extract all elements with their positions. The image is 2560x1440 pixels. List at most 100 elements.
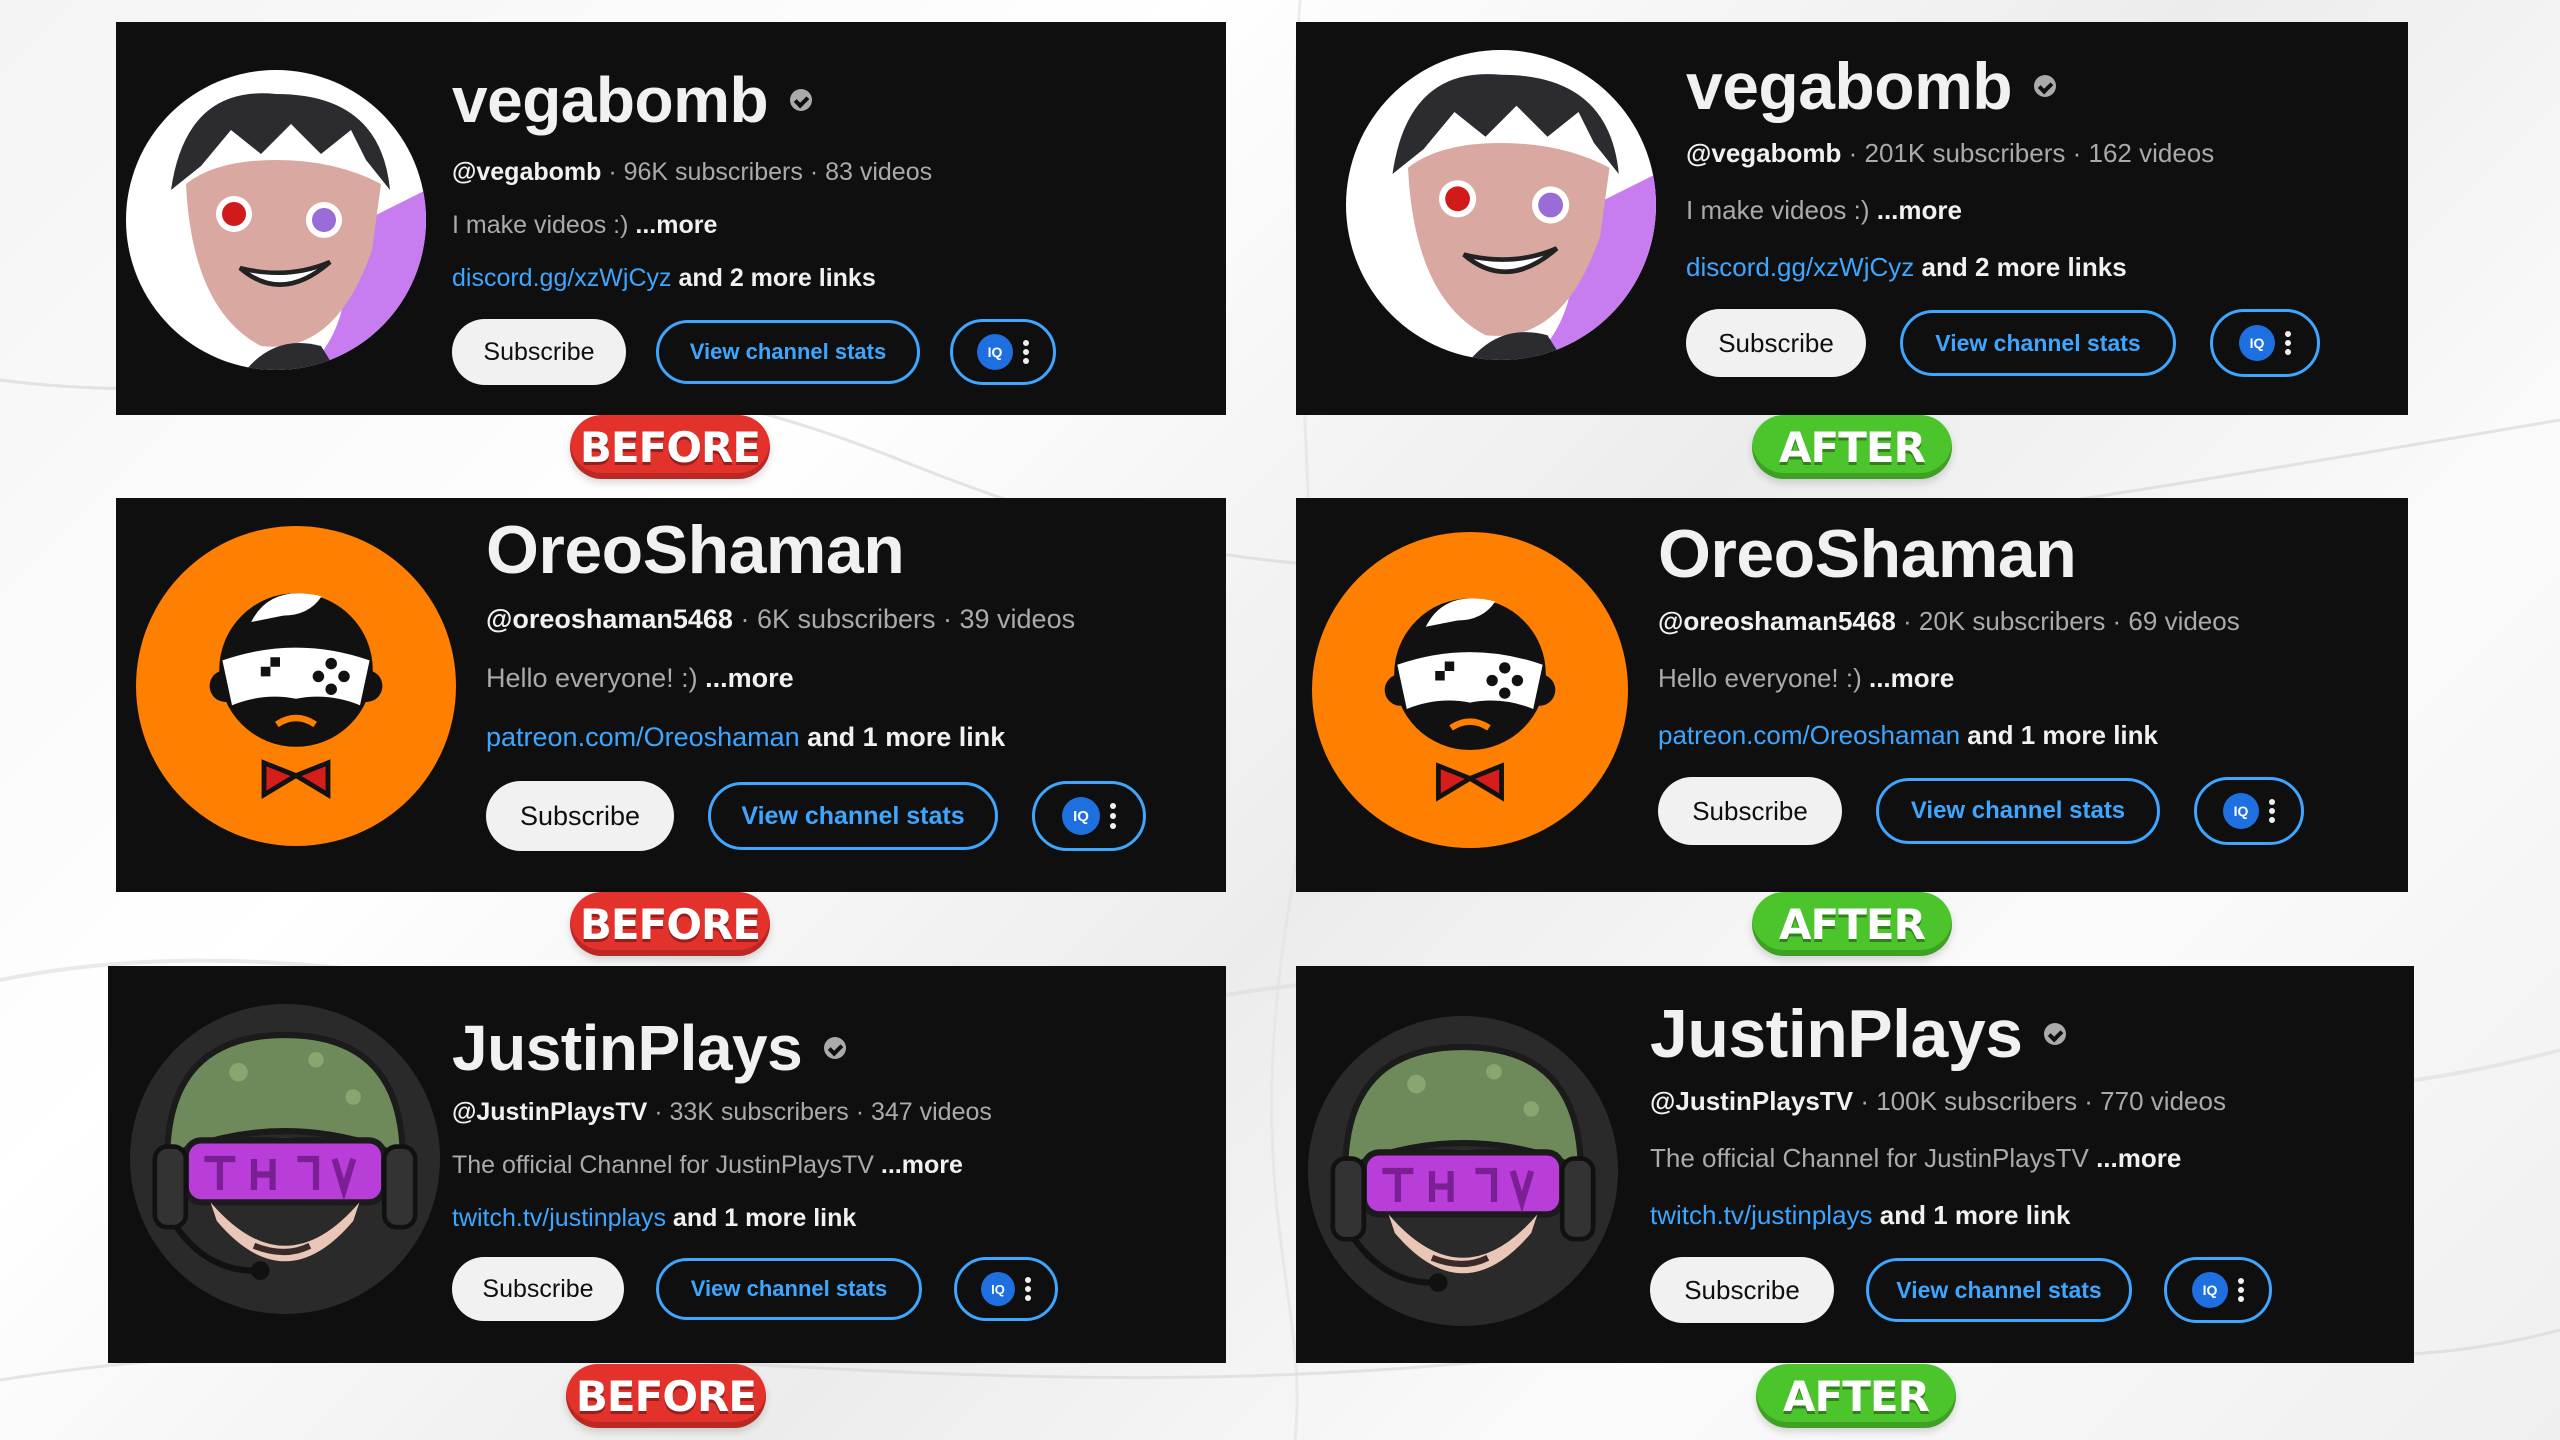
extension-menu-button[interactable]: IQ [2164,1257,2272,1323]
extension-menu-button[interactable]: IQ [2210,309,2320,377]
extension-menu-button[interactable]: IQ [1032,781,1146,851]
view-channel-stats-button[interactable]: View channel stats [1900,310,2176,376]
channel-name: JustinPlays [1650,994,2272,1074]
channel-avatar[interactable] [1312,532,1628,848]
channel-card-before-2: OreoShaman @oreoshaman5468 · 6K subscrib… [116,498,1226,892]
more-link[interactable]: ...more [635,211,717,239]
channel-link[interactable]: discord.gg/xzWjCyz [452,264,672,292]
channel-avatar[interactable] [130,1004,440,1314]
more-link[interactable]: ...more [1877,195,1962,225]
view-channel-stats-button[interactable]: View channel stats [656,1258,922,1320]
channel-description: Hello everyone! :) ...more [1658,663,1955,693]
vidiq-icon: IQ [1062,797,1100,835]
subscribe-button[interactable]: Subscribe [1650,1257,1834,1323]
channel-name: JustinPlays [452,1010,1058,1086]
channel-name: vegabomb [1686,48,2320,124]
subscribe-button[interactable]: Subscribe [452,1257,624,1321]
channel-description: The official Channel for JustinPlaysTV .… [452,1151,963,1179]
channel-card-after-2: OreoShaman @oreoshaman5468 · 20K subscri… [1296,498,2408,892]
channel-card-after-3: JustinPlays @JustinPlaysTV · 100K subscr… [1296,966,2414,1363]
more-link[interactable]: ...more [881,1151,963,1179]
channel-meta: @JustinPlaysTV · 100K subscribers · 770 … [1650,1086,2226,1116]
verified-check-icon [824,1037,847,1059]
vidiq-icon: IQ [2239,325,2275,361]
extension-menu-button[interactable]: IQ [954,1257,1058,1321]
more-options-icon [1025,1277,1031,1301]
channel-description: The official Channel for JustinPlaysTV .… [1650,1143,2182,1173]
verified-check-icon [2034,75,2057,97]
after-badge: AFTER [1756,1364,1956,1428]
channel-avatar[interactable] [1346,50,1656,360]
channel-name: OreoShaman [1658,516,2077,592]
after-badge: AFTER [1752,415,1952,479]
more-links[interactable]: and 1 more link [1873,1200,2071,1230]
more-links[interactable]: and 2 more links [1914,252,2127,282]
more-link[interactable]: ...more [2096,1143,2181,1173]
channel-card-before-1: vegabomb @vegabomb · 96K subscribers · 8… [116,22,1226,415]
before-badge: BEFORE [570,415,770,479]
vidiq-icon: IQ [2223,793,2259,829]
channel-meta: @vegabomb · 201K subscribers · 162 video… [1686,138,2215,168]
more-links[interactable]: and 1 more link [1960,720,2158,750]
subscribe-button[interactable]: Subscribe [452,319,626,385]
channel-card-before-3: JustinPlays @JustinPlaysTV · 33K subscri… [108,966,1226,1363]
helmet-soldier-avatar-icon [130,1004,440,1314]
channel-name: OreoShaman [486,512,905,588]
channel-avatar[interactable] [126,70,426,370]
channel-links: discord.gg/xzWjCyz and 2 more links [452,264,1056,293]
channel-links: patreon.com/Oreoshaman and 1 more link [1658,720,2304,751]
anime-character-avatar-icon [126,70,426,370]
view-channel-stats-button[interactable]: View channel stats [1876,778,2160,844]
channel-meta: @vegabomb · 96K subscribers · 83 videos [452,158,933,186]
channel-avatar[interactable] [1308,1016,1618,1326]
subscribe-button[interactable]: Subscribe [1686,309,1866,377]
channel-avatar[interactable] [136,526,456,846]
channel-links: twitch.tv/justinplays and 1 more link [452,1204,1058,1233]
before-badge: BEFORE [566,1364,766,1428]
verified-check-icon [790,89,813,111]
subscribe-button[interactable]: Subscribe [486,781,674,851]
more-options-icon [2238,1278,2244,1302]
subscribe-button[interactable]: Subscribe [1658,777,1842,845]
channel-description: Hello everyone! :) ...more [486,663,794,693]
gamepad-mascot-avatar-icon [136,526,456,846]
gamepad-mascot-avatar-icon [1312,532,1628,848]
channel-links: discord.gg/xzWjCyz and 2 more links [1686,252,2320,283]
extension-menu-button[interactable]: IQ [2194,777,2304,845]
channel-link[interactable]: patreon.com/Oreoshaman [1658,720,1960,750]
channel-link[interactable]: patreon.com/Oreoshaman [486,722,800,752]
channel-meta: @oreoshaman5468 · 20K subscribers · 69 v… [1658,606,2240,636]
vidiq-icon: IQ [977,334,1013,370]
verified-check-icon [2044,1023,2067,1045]
channel-name: vegabomb [452,60,1056,140]
view-channel-stats-button[interactable]: View channel stats [1866,1258,2132,1322]
channel-meta: @JustinPlaysTV · 33K subscribers · 347 v… [452,1098,992,1126]
more-links[interactable]: and 2 more links [672,264,875,292]
more-links[interactable]: and 1 more link [666,1204,856,1232]
before-badge: BEFORE [570,892,770,956]
more-link[interactable]: ...more [705,663,794,693]
extension-menu-button[interactable]: IQ [950,319,1056,385]
view-channel-stats-button[interactable]: View channel stats [708,782,998,850]
more-options-icon [2285,331,2291,355]
vidiq-icon: IQ [2192,1272,2228,1308]
more-options-icon [2269,799,2275,823]
channel-link[interactable]: twitch.tv/justinplays [1650,1200,1873,1230]
more-links[interactable]: and 1 more link [800,722,1005,752]
channel-description: I make videos :) ...more [1686,195,1962,225]
channel-links: patreon.com/Oreoshaman and 1 more link [486,722,1146,753]
channel-card-after-1: vegabomb @vegabomb · 201K subscribers · … [1296,22,2408,415]
channel-links: twitch.tv/justinplays and 1 more link [1650,1200,2272,1231]
vidiq-icon: IQ [981,1272,1015,1306]
more-options-icon [1023,340,1029,364]
channel-link[interactable]: discord.gg/xzWjCyz [1686,252,1914,282]
channel-meta: @oreoshaman5468 · 6K subscribers · 39 vi… [486,604,1076,634]
helmet-soldier-avatar-icon [1308,1016,1618,1326]
more-options-icon [1110,803,1116,829]
more-link[interactable]: ...more [1869,663,1954,693]
view-channel-stats-button[interactable]: View channel stats [656,320,920,384]
channel-description: I make videos :) ...more [452,211,718,239]
anime-character-avatar-icon [1346,50,1656,360]
after-badge: AFTER [1752,892,1952,956]
channel-link[interactable]: twitch.tv/justinplays [452,1204,666,1232]
